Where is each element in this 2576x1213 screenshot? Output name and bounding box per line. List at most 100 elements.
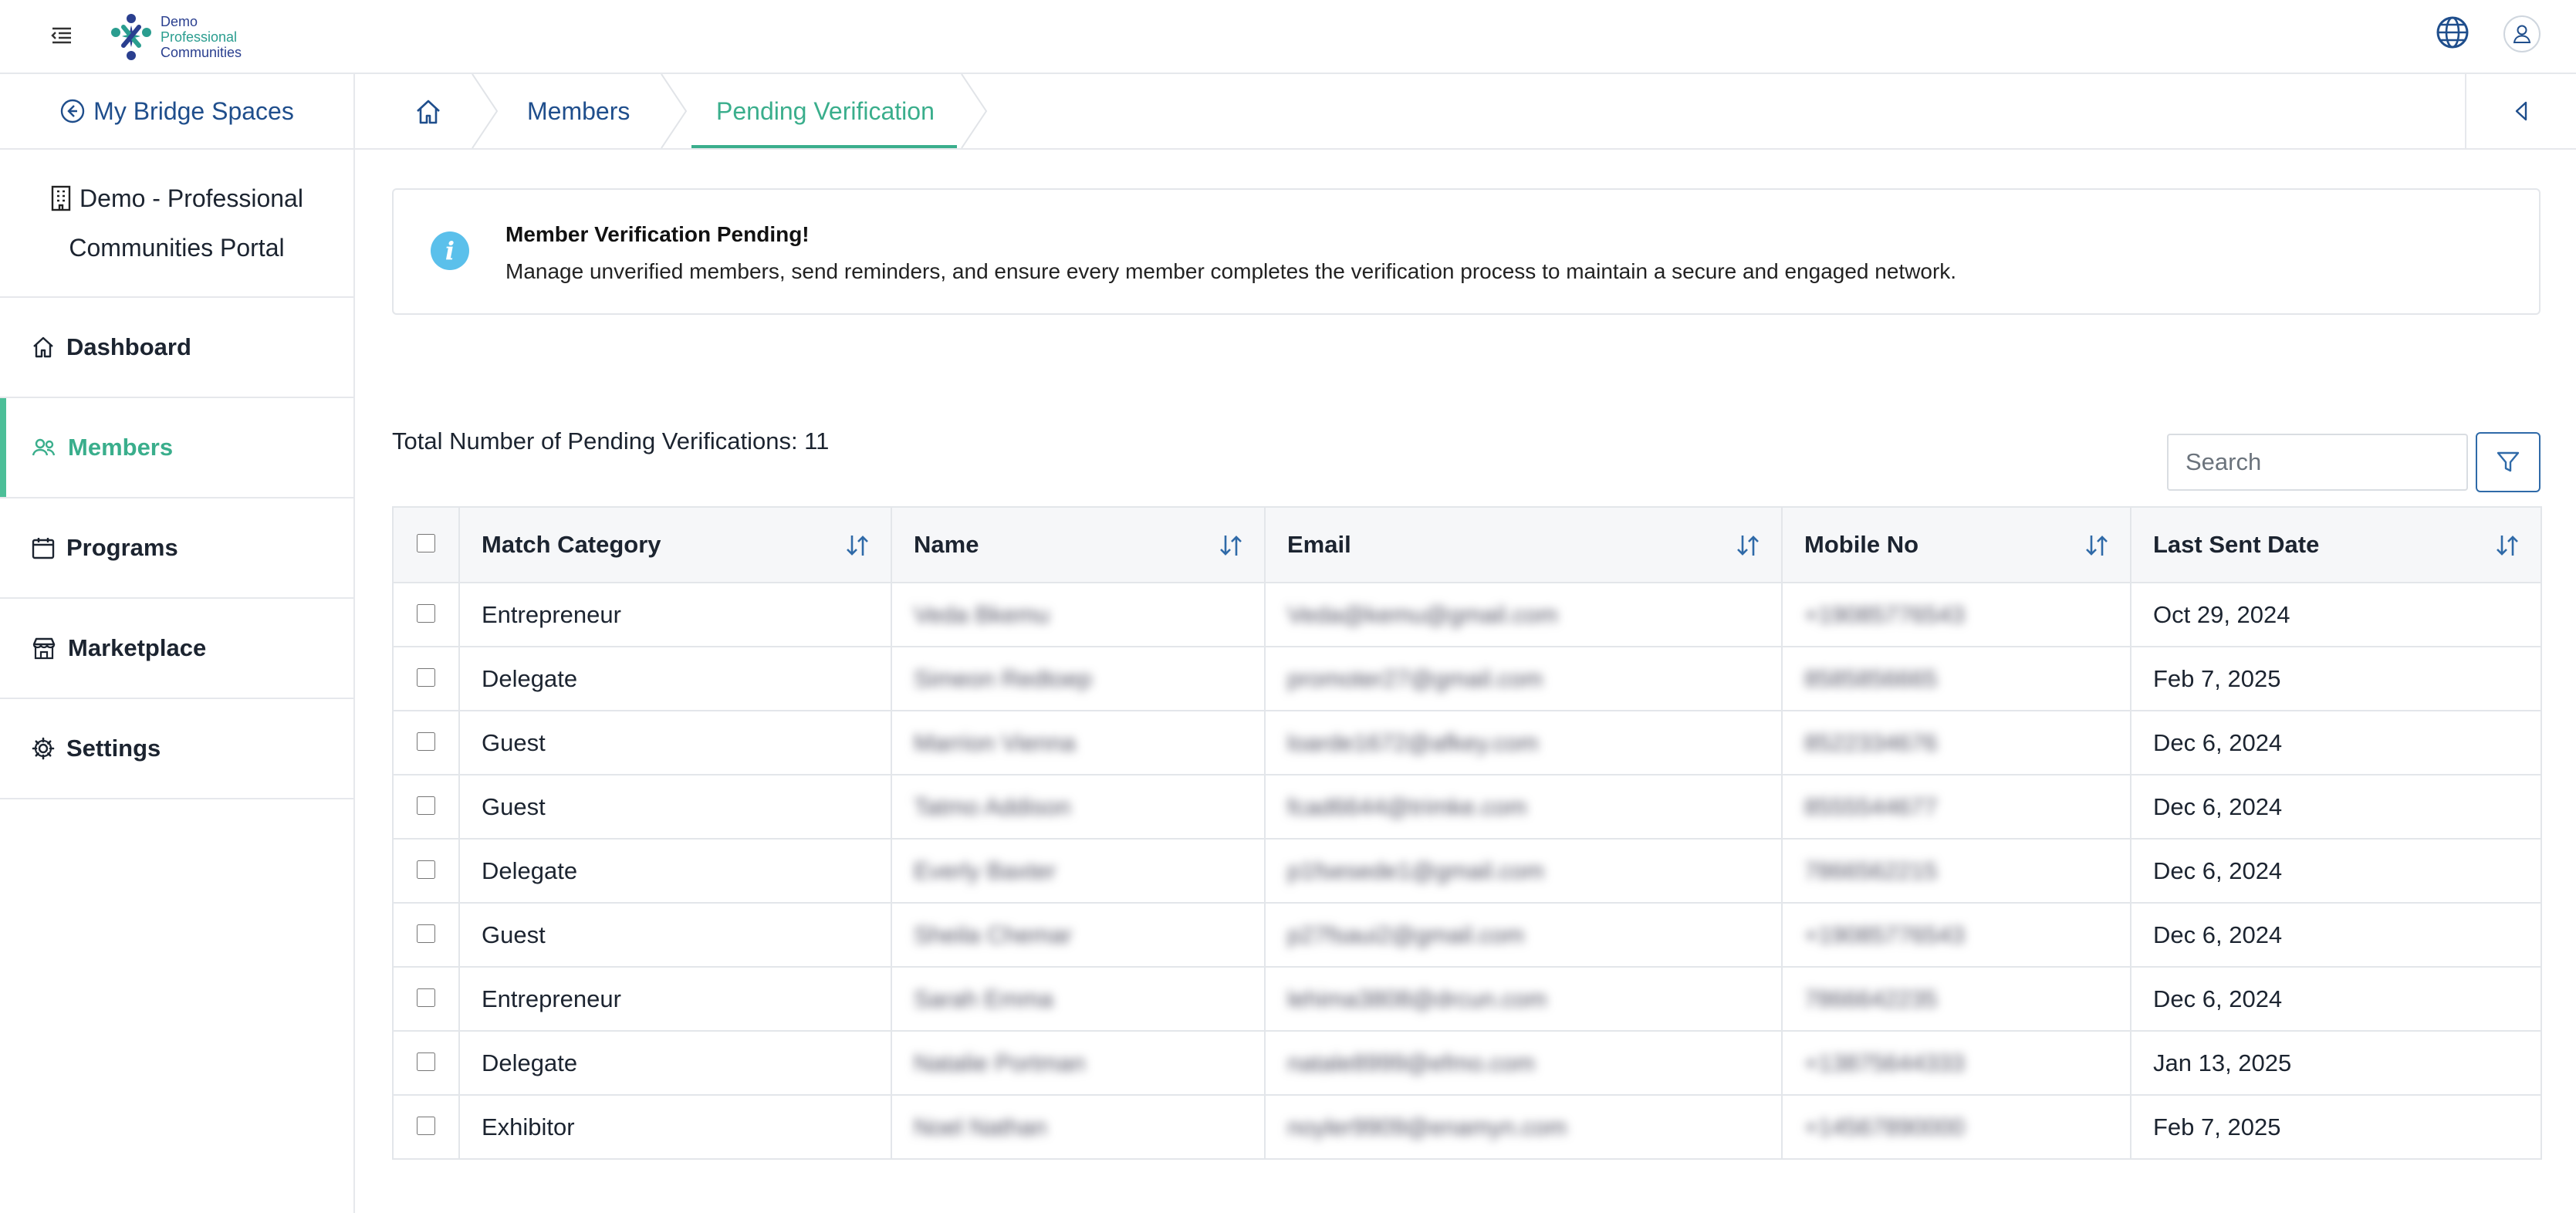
cell-match-category: Guest xyxy=(458,774,892,840)
table-row[interactable]: Entrepreneur Veda Bkemu Veda@kemu@gmail.… xyxy=(392,582,2542,647)
cell-match-category: Delegate xyxy=(458,646,892,711)
row-checkbox[interactable] xyxy=(417,603,435,623)
column-header-name[interactable]: Name xyxy=(891,506,1266,583)
sidebar-item-marketplace[interactable]: Marketplace xyxy=(0,599,353,699)
info-title: Member Verification Pending! xyxy=(505,222,810,246)
home-icon xyxy=(33,336,53,358)
cell-mobile: +19085776543 xyxy=(1781,582,2131,647)
sidebar-item-settings[interactable]: Settings xyxy=(0,699,353,799)
cell-name: Everly Baxter xyxy=(891,838,1266,904)
logo-line-2: Professional xyxy=(161,29,238,45)
breadcrumb-separator xyxy=(661,74,688,148)
filter-button[interactable] xyxy=(2476,432,2541,492)
breadcrumb-members[interactable]: Members xyxy=(527,74,630,148)
verification-info-banner: i Member Verification Pending! Manage un… xyxy=(392,188,2541,315)
building-icon xyxy=(51,185,71,211)
row-checkbox[interactable] xyxy=(417,796,435,815)
table-row[interactable]: Guest Marrion Vienna loarde1672@afkey.co… xyxy=(392,710,2542,775)
cell-mobile: +13875644333 xyxy=(1781,1030,2131,1096)
cell-name: Sheila Chemar xyxy=(891,902,1266,968)
column-header-match-category[interactable]: Match Category xyxy=(458,506,892,583)
row-checkbox[interactable] xyxy=(417,667,435,687)
active-tab-indicator xyxy=(691,145,957,148)
breadcrumb-home-icon[interactable] xyxy=(414,97,443,127)
table-row[interactable]: Guest Tatmo Addison fcad6644@trimke.com … xyxy=(392,774,2542,840)
row-checkbox[interactable] xyxy=(417,1116,435,1135)
column-label: Match Category xyxy=(482,531,661,558)
sidebar-item-members[interactable]: Members xyxy=(0,398,353,498)
cell-last-sent-date: Dec 6, 2024 xyxy=(2130,838,2542,904)
row-select-cell xyxy=(392,582,460,647)
cell-name: Sarah Emma xyxy=(891,966,1266,1032)
row-checkbox[interactable] xyxy=(417,988,435,1007)
cell-email: fcad6644@trimke.com xyxy=(1264,774,1783,840)
language-globe-icon[interactable] xyxy=(2436,15,2470,49)
sort-icon[interactable] xyxy=(1218,532,1244,559)
cell-match-category: Entrepreneur xyxy=(458,966,892,1032)
sidebar-item-programs[interactable]: Programs xyxy=(0,498,353,599)
info-icon: i xyxy=(431,231,469,270)
cell-match-category: Entrepreneur xyxy=(458,582,892,647)
row-select-cell xyxy=(392,646,460,711)
breadcrumb-separator xyxy=(472,74,499,148)
sort-icon[interactable] xyxy=(844,532,870,559)
cell-last-sent-date: Dec 6, 2024 xyxy=(2130,710,2542,775)
table-row[interactable]: Delegate Everly Baxter p1fsesede1@gmail.… xyxy=(392,838,2542,904)
column-label: Email xyxy=(1287,531,1351,558)
breadcrumb: Members Pending Verification xyxy=(355,74,2576,150)
column-header-mobile-no[interactable]: Mobile No xyxy=(1781,506,2131,583)
my-bridge-spaces-link[interactable]: My Bridge Spaces xyxy=(0,74,353,150)
org-name-line-1: Demo - Professional xyxy=(79,184,303,212)
table-row[interactable]: Entrepreneur Sarah Emma lehima3808@drcun… xyxy=(392,966,2542,1032)
column-label: Mobile No xyxy=(1804,531,1919,558)
back-circle-icon xyxy=(60,99,85,123)
column-label: Name xyxy=(914,531,979,558)
column-header-last-sent-date[interactable]: Last Sent Date xyxy=(2130,506,2542,583)
cell-last-sent-date: Dec 6, 2024 xyxy=(2130,902,2542,968)
logo-line-3: Communities xyxy=(161,45,242,60)
logo[interactable]: Demo Professional Communities xyxy=(106,6,242,68)
cell-match-category: Guest xyxy=(458,710,892,775)
row-checkbox[interactable] xyxy=(417,732,435,751)
collapse-panel-button[interactable] xyxy=(2465,74,2576,148)
total-pending-count: Total Number of Pending Verifications: 1… xyxy=(392,427,830,454)
table-row[interactable]: Delegate Simeon Redtoep promoter27@gmail… xyxy=(392,646,2542,711)
logo-mark-icon xyxy=(111,14,151,60)
table-row[interactable]: Delegate Natalie Portman natale8999@efmo… xyxy=(392,1030,2542,1096)
cell-mobile: 7866562215 xyxy=(1781,838,2131,904)
sort-icon[interactable] xyxy=(2084,532,2110,559)
cell-last-sent-date: Feb 7, 2025 xyxy=(2130,646,2542,711)
table-body: Entrepreneur Veda Bkemu Veda@kemu@gmail.… xyxy=(392,582,2542,1160)
search-input[interactable] xyxy=(2167,434,2468,491)
cell-match-category: Guest xyxy=(458,902,892,968)
cell-match-category: Exhibitor xyxy=(458,1094,892,1160)
table-row[interactable]: Exhibitor Noel Nathan noyler9909@enamyn.… xyxy=(392,1094,2542,1160)
cell-email: p1fsesede1@gmail.com xyxy=(1264,838,1783,904)
select-all-checkbox[interactable] xyxy=(417,534,435,552)
menu-toggle-icon[interactable] xyxy=(48,22,76,49)
table-row[interactable]: Guest Sheila Chemar p27fsaui2@gmail.com … xyxy=(392,902,2542,968)
cell-name: Natalie Portman xyxy=(891,1030,1266,1096)
breadcrumb-pending-verification[interactable]: Pending Verification xyxy=(716,74,935,148)
sort-icon[interactable] xyxy=(1735,532,1761,559)
cell-email: Veda@kemu@gmail.com xyxy=(1264,582,1783,647)
user-profile-button[interactable] xyxy=(2503,15,2541,52)
row-checkbox[interactable] xyxy=(417,1052,435,1071)
row-checkbox[interactable] xyxy=(417,860,435,879)
sidebar-item-dashboard[interactable]: Dashboard xyxy=(0,298,353,398)
sort-icon[interactable] xyxy=(2494,532,2520,559)
column-header-email[interactable]: Email xyxy=(1264,506,1783,583)
sidebar-item-label: Marketplace xyxy=(68,634,207,661)
table-header-row: Match Category Name Email Mobile No Last… xyxy=(392,506,2542,583)
cell-name: Simeon Redtoep xyxy=(891,646,1266,711)
cell-mobile: 7866642235 xyxy=(1781,966,2131,1032)
sidebar-item-label: Members xyxy=(68,434,174,461)
breadcrumb-separator xyxy=(961,74,988,148)
user-icon xyxy=(2513,25,2531,43)
row-checkbox[interactable] xyxy=(417,924,435,943)
my-bridge-spaces-label: My Bridge Spaces xyxy=(93,96,294,125)
logo-line-1: Demo xyxy=(161,14,198,29)
cell-email: promoter27@gmail.com xyxy=(1264,646,1783,711)
row-select-cell xyxy=(392,838,460,904)
cell-mobile: 8585856665 xyxy=(1781,646,2131,711)
